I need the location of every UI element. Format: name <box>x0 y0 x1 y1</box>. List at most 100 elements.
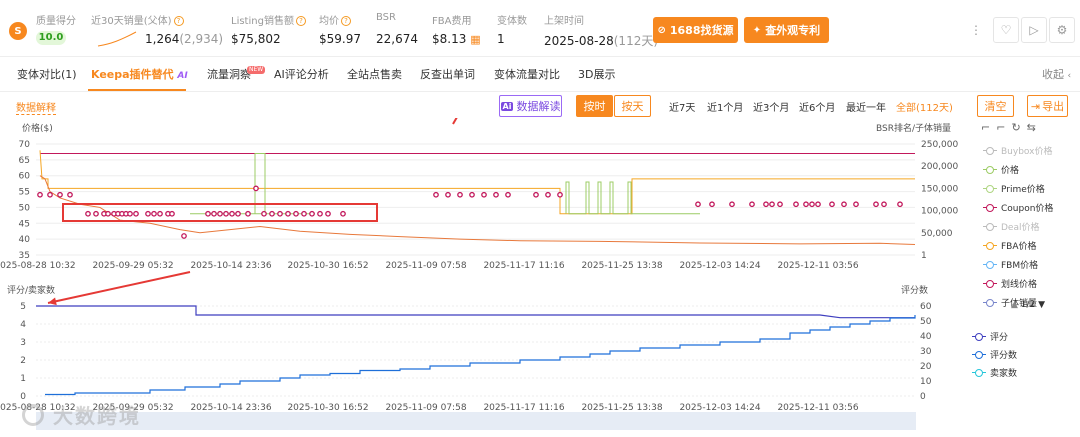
find-source-1688-button[interactable]: ⊘ 1688找货源 <box>653 17 738 43</box>
range-all[interactable]: 全部(112天) <box>896 99 953 114</box>
coupon-price-point <box>493 191 499 198</box>
legend-item[interactable]: Prime价格 <box>983 182 1045 195</box>
legend-marker-icon <box>983 165 997 174</box>
legend-item[interactable]: Coupon价格 <box>983 201 1053 214</box>
chart-area: 价格($) BSR排名/子体销量3540455055606570150,00010… <box>0 118 958 430</box>
x-tick-label: 2025-10-30 16:52 <box>287 403 368 413</box>
coupon-price-point <box>245 210 251 217</box>
tab-ai-review[interactable]: AI评论分析 <box>274 66 329 82</box>
range-7d[interactable]: 近7天 <box>669 99 695 114</box>
annotation-arrow-rating <box>47 271 191 304</box>
coupon-price-point <box>769 201 775 208</box>
coupon-price-point <box>533 191 539 198</box>
tab-3d-view[interactable]: 3D展示 <box>578 66 615 82</box>
caret-up-icon: ▲ <box>1011 300 1018 310</box>
tab-global-sales[interactable]: 全站点售卖 <box>347 66 402 82</box>
tab-reverse-keywords[interactable]: 反查出单词 <box>420 66 475 82</box>
coupon-price-point <box>293 210 299 217</box>
legend-item[interactable]: 价格 <box>983 163 1019 176</box>
video-play-icon[interactable]: ▷ <box>1021 17 1047 43</box>
coupon-price-point <box>325 210 331 217</box>
coupon-price-point <box>340 210 346 217</box>
range-1m[interactable]: 近1个月 <box>707 99 743 114</box>
rating-line <box>36 305 915 319</box>
legend-label: FBM价格 <box>1001 261 1039 271</box>
export-button[interactable]: ⇥ 导出 <box>1027 95 1068 117</box>
chevron-left-icon: ‹ <box>1067 71 1072 81</box>
ai-interpret-button[interactable]: Ai 数据解读 <box>499 95 562 117</box>
y2-tick-label: 40 <box>920 332 932 342</box>
range-3m[interactable]: 近3个月 <box>753 99 789 114</box>
range-1y[interactable]: 最近一年 <box>846 99 886 114</box>
coupon-price-point <box>301 210 307 217</box>
y-axis-title: 评分/卖家数 <box>7 284 55 296</box>
coupon-price-point <box>873 201 879 208</box>
design-patent-button[interactable]: ✦ 查外观专利 <box>744 17 829 43</box>
x-tick-label: 2025-11-09 07:58 <box>385 261 466 271</box>
tab-variant-traffic[interactable]: 变体流量对比 <box>494 66 560 82</box>
legend-label: Prime价格 <box>1001 185 1045 195</box>
legend-item[interactable]: 评分 <box>972 330 1008 343</box>
zoom-out-icon[interactable]: ⌐ <box>996 121 1011 134</box>
legend-item[interactable]: FBM价格 <box>983 258 1038 271</box>
favorite-heart-icon[interactable]: ♡ <box>993 17 1019 43</box>
swap-icon[interactable]: ⇆ <box>1027 121 1042 134</box>
sales30-label: 近30天销量(父体)? <box>91 12 184 27</box>
coupon-price-point <box>37 191 43 198</box>
y2-axis-title: BSR排名/子体销量 <box>876 122 951 134</box>
y2-tick-label: 0 <box>920 392 926 402</box>
coupon-price-point <box>709 201 715 208</box>
coupon-price-point <box>545 191 551 198</box>
listing-sales-value: $75,802 <box>231 32 281 46</box>
coupon-price-point <box>815 201 821 208</box>
coupon-price-point <box>235 210 241 217</box>
legend-item[interactable]: Buybox价格 <box>983 144 1052 157</box>
coupon-price-point <box>481 191 487 198</box>
legend-item[interactable]: FBA价格 <box>983 239 1037 252</box>
legend-label: Deal价格 <box>1001 223 1040 233</box>
coupon-price-point <box>729 201 735 208</box>
y2-tick-label: 250,000 <box>921 140 958 150</box>
restore-icon[interactable]: ↻ <box>1011 121 1026 134</box>
sales30-value: 1,264(2,934) <box>145 32 224 46</box>
listed-date-label: 上架时间 <box>544 16 584 27</box>
legend-marker-icon <box>983 298 997 307</box>
coupon-price-point <box>47 191 53 198</box>
x-tick-label: 2025-12-11 03:56 <box>777 403 858 413</box>
data-explain-link[interactable]: 数据解释 <box>16 99 56 115</box>
by-day-button[interactable]: 按天 <box>614 95 651 117</box>
help-icon: ? <box>295 16 306 26</box>
legend-item[interactable]: 卖家数 <box>972 366 1017 379</box>
coupon-price-point <box>469 191 475 198</box>
range-6m[interactable]: 近6个月 <box>799 99 835 114</box>
more-dots-icon[interactable]: ⋮ <box>963 17 989 43</box>
tab-variant-compare[interactable]: 变体对比(1) <box>17 66 77 82</box>
coupon-price-point <box>897 201 903 208</box>
legend-item[interactable]: 划线价格 <box>983 277 1037 290</box>
price-line-oscillation <box>565 181 700 215</box>
by-hour-button[interactable]: 按时 <box>576 95 613 117</box>
coupon-price-point <box>695 201 701 208</box>
tab-traffic-insight[interactable]: 流量洞察 <box>207 66 251 82</box>
y2-axis-title: 评分数 <box>901 284 928 296</box>
y-tick-label: 2 <box>20 356 26 366</box>
legend-item[interactable]: 评分数 <box>972 348 1017 361</box>
x-tick-label: 2025-11-25 13:38 <box>581 403 662 413</box>
coupon-price-point <box>67 191 73 198</box>
zoom-slider <box>36 412 916 430</box>
clear-button[interactable]: 清空 <box>977 95 1014 117</box>
coupon-price-point <box>763 201 769 208</box>
product-analytics-panel: S 质量得分 10.0 近30天销量(父体)? 1,264(2,934) Lis… <box>0 0 1080 437</box>
legend-pager[interactable]: ▲ 1/2 ▼ <box>1011 300 1045 310</box>
y2-tick-label: 20 <box>920 362 932 372</box>
collapse-button[interactable]: 收起 ‹ <box>1042 66 1071 82</box>
x-tick-label: 2025-11-25 13:38 <box>581 261 662 271</box>
legend-item[interactable]: Deal价格 <box>983 220 1039 233</box>
settings-gear-icon[interactable]: ⚙ <box>1049 17 1075 43</box>
y2-tick-label: 100,000 <box>921 207 958 217</box>
legend-label: 评分 <box>990 333 1009 343</box>
zoom-in-icon[interactable]: ⌐ <box>981 121 996 134</box>
tab-keepa-replace[interactable]: Keepa插件替代 AI <box>91 66 188 82</box>
coupon-price-point <box>793 201 799 208</box>
quality-score-label: 质量得分 <box>36 16 76 27</box>
